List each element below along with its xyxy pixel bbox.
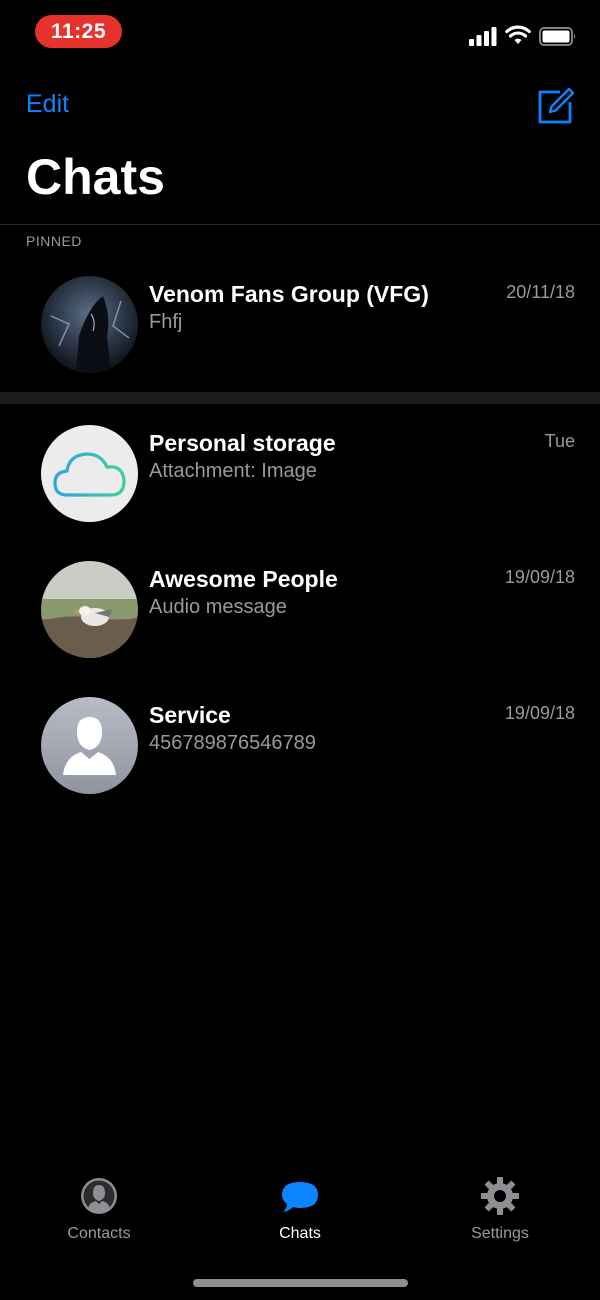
chat-time: 19/09/18 [504, 703, 575, 723]
compose-icon[interactable] [536, 86, 576, 126]
tab-label: Settings [471, 1225, 529, 1242]
tab-label: Contacts [67, 1225, 131, 1242]
chat-name: Service [149, 702, 231, 728]
cloud-avatar [41, 425, 138, 522]
gear-icon [481, 1177, 519, 1215]
status-bar: 11:25 [0, 0, 600, 64]
tab-contacts[interactable]: Contacts [29, 1170, 169, 1250]
chat-bubble-icon [282, 1182, 318, 1212]
wifi-icon [505, 25, 531, 44]
chat-preview: Audio message [149, 596, 287, 618]
chat-time: 19/09/18 [504, 567, 575, 587]
chat-preview: Attachment: Image [149, 460, 317, 482]
chat-preview: Fhfj [149, 311, 183, 333]
battery-icon [539, 27, 576, 46]
cellular-signal-icon [469, 27, 497, 46]
pinned-separator [0, 392, 600, 404]
chat-name: Venom Fans Group (VFG) [149, 281, 429, 307]
chat-row-service[interactable]: Service 456789876546789 19/09/18 [0, 697, 600, 807]
tab-label: Chats [279, 1225, 321, 1242]
chat-row-awesome-people[interactable]: Awesome People Audio message 19/09/18 [0, 561, 600, 671]
person-placeholder-avatar [41, 697, 138, 794]
chat-time: 20/11/18 [506, 282, 575, 302]
chat-preview: 456789876546789 [149, 732, 316, 754]
page-title: Chats [26, 149, 165, 205]
chat-name: Personal storage [149, 430, 336, 456]
header-divider [0, 224, 600, 225]
chat-name: Awesome People [149, 566, 338, 592]
tab-settings[interactable]: Settings [430, 1170, 570, 1250]
chat-row-venom-fans-group[interactable]: Venom Fans Group (VFG) Fhfj 20/11/18 [0, 276, 600, 386]
chat-row-personal-storage[interactable]: Personal storage Attachment: Image Tue [0, 425, 600, 535]
contacts-icon [81, 1178, 117, 1214]
seagull-avatar [41, 561, 138, 658]
tab-chats[interactable]: Chats [230, 1170, 370, 1250]
edit-button[interactable]: Edit [26, 90, 69, 119]
venom-avatar [41, 276, 138, 373]
chat-time: Tue [544, 431, 575, 451]
tab-bar: Contacts Chats Settings [0, 1170, 600, 1260]
pinned-section-label: PINNED [26, 233, 82, 249]
status-time[interactable]: 11:25 [35, 15, 122, 48]
chats-screen: 11:25 Edit Chats PINNED Venom Fans Group… [0, 0, 600, 1300]
home-indicator[interactable] [193, 1279, 408, 1287]
